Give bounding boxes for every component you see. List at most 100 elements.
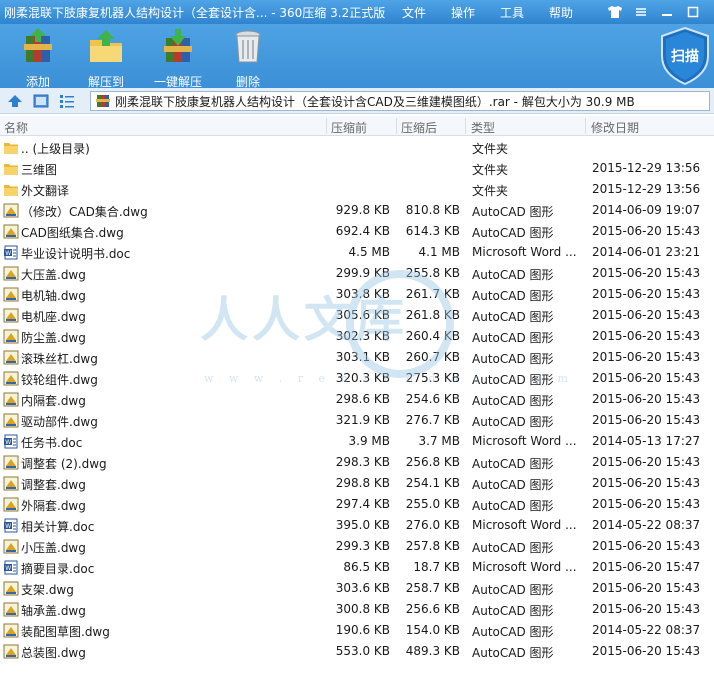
- file-name: 三维图: [21, 163, 58, 177]
- table-row[interactable]: 大压盖.dwg 299.9 KB 255.8 KB AutoCAD 图形 2015-06…: [0, 263, 714, 284]
- file-modified-date: 2015-06-20 15:43: [592, 581, 701, 595]
- svg-text:W: W: [5, 439, 11, 446]
- file-size-after: 3.7 MB: [418, 434, 460, 448]
- table-row[interactable]: 小压盖.dwg 299.3 KB 257.8 KB AutoCAD 图形 2015-06…: [0, 536, 714, 557]
- table-row[interactable]: W 相关计算.doc 395.0 KB 276.0 KB Microsoft Word …: [0, 515, 714, 536]
- file-modified-date: 2015-12-29 13:56: [592, 182, 701, 196]
- menu-bar: 文件 操作 工具 帮助: [402, 4, 598, 21]
- doc-icon: W: [3, 434, 19, 449]
- one-click-extract-button[interactable]: 一键解压: [146, 26, 210, 89]
- file-modified-date: 2015-06-20 15:43: [592, 455, 701, 469]
- table-row[interactable]: W 摘要目录.doc 86.5 KB 18.7 KB Microsoft Word ..…: [0, 557, 714, 578]
- file-size-after: 154.0 KB: [405, 623, 460, 637]
- file-name: CAD图纸集合.dwg: [21, 226, 124, 240]
- table-row[interactable]: .. (上级目录) 文件夹: [0, 137, 714, 158]
- extract-to-button[interactable]: 解压到: [74, 26, 138, 89]
- window-title: 刚柔混联下肢康复机器人结构设计（全套设计含... - 360压缩 3.2正式版: [4, 6, 386, 20]
- table-row[interactable]: （修改）CAD集合.dwg 929.8 KB 810.8 KB AutoCAD 图形 2…: [0, 200, 714, 221]
- file-size-after: 276.0 KB: [405, 518, 460, 532]
- menu-help[interactable]: 帮助: [549, 4, 573, 21]
- folder-icon: [3, 161, 19, 176]
- header-modified[interactable]: 修改日期: [591, 119, 639, 136]
- file-size-before: 190.6 KB: [335, 623, 390, 637]
- table-row[interactable]: 支架.dwg 303.6 KB 258.7 KB AutoCAD 图形 2015-06-…: [0, 578, 714, 599]
- file-type: AutoCAD 图形: [472, 415, 554, 429]
- table-row[interactable]: 滚珠丝杠.dwg 303.1 KB 260.7 KB AutoCAD 图形 2015-0…: [0, 347, 714, 368]
- table-row[interactable]: 调整套.dwg 298.8 KB 254.1 KB AutoCAD 图形 2015-06…: [0, 473, 714, 494]
- table-row[interactable]: 外隔套.dwg 297.4 KB 255.0 KB AutoCAD 图形 2015-06…: [0, 494, 714, 515]
- file-size-after: 275.3 KB: [405, 371, 460, 385]
- table-row[interactable]: 铰轮组件.dwg 320.3 KB 275.3 KB AutoCAD 图形 2015-0…: [0, 368, 714, 389]
- file-size-after: 255.0 KB: [405, 497, 460, 511]
- table-row[interactable]: 内隔套.dwg 298.6 KB 254.6 KB AutoCAD 图形 2015-06…: [0, 389, 714, 410]
- file-type: AutoCAD 图形: [472, 310, 554, 324]
- address-path: 刚柔混联下肢康复机器人结构设计（全套设计含CAD及三维建模图纸）.rar - 解…: [115, 94, 635, 109]
- up-arrow-icon[interactable]: [6, 92, 24, 110]
- header-original[interactable]: 压缩后: [401, 119, 437, 136]
- menu-operate[interactable]: 操作: [451, 4, 475, 21]
- menu-dropdown-icon[interactable]: [630, 2, 652, 22]
- file-name: 内隔套.dwg: [21, 394, 86, 408]
- dwg-icon: [3, 476, 19, 491]
- file-type: Microsoft Word ...: [472, 560, 577, 574]
- table-row[interactable]: 外文翻译 文件夹 2015-12-29 13:56: [0, 179, 714, 200]
- maximize-icon[interactable]: [682, 2, 704, 22]
- file-modified-date: 2015-12-29 13:56: [592, 161, 701, 175]
- table-row[interactable]: CAD图纸集合.dwg 692.4 KB 614.3 KB AutoCAD 图形 201…: [0, 221, 714, 242]
- file-type: 文件夹: [472, 163, 509, 177]
- file-type: Microsoft Word ...: [472, 434, 577, 448]
- table-row[interactable]: W 任务书.doc 3.9 MB 3.7 MB Microsoft Word ... 20…: [0, 431, 714, 452]
- dwg-icon: [3, 413, 19, 428]
- table-row[interactable]: 三维图 文件夹 2015-12-29 13:56: [0, 158, 714, 179]
- table-row[interactable]: W 毕业设计说明书.doc 4.5 MB 4.1 MB Microsoft Word .…: [0, 242, 714, 263]
- file-type: 文件夹: [472, 184, 509, 198]
- header-compressed[interactable]: 压缩前: [331, 119, 367, 136]
- file-type: AutoCAD 图形: [472, 457, 554, 471]
- file-modified-date: 2015-06-20 15:43: [592, 287, 701, 301]
- dwg-icon: [3, 392, 19, 407]
- file-modified-date: 2015-06-20 15:43: [592, 329, 701, 343]
- header-divider[interactable]: [326, 118, 327, 134]
- address-field[interactable]: 刚柔混联下肢康复机器人结构设计（全套设计含CAD及三维建模图纸）.rar - 解…: [90, 91, 710, 111]
- folder-icon: [3, 182, 19, 197]
- menu-tools[interactable]: 工具: [500, 4, 524, 21]
- minimize-icon[interactable]: [656, 2, 678, 22]
- table-row[interactable]: 轴承盖.dwg 300.8 KB 256.6 KB AutoCAD 图形 2015-06…: [0, 599, 714, 620]
- scan-button[interactable]: 扫描: [658, 26, 712, 86]
- dwg-icon: [3, 455, 19, 470]
- list-view-icon[interactable]: [58, 92, 76, 110]
- file-size-before: 4.5 MB: [348, 245, 390, 259]
- header-name[interactable]: 名称: [4, 119, 28, 136]
- dwg-icon: [3, 581, 19, 596]
- file-type: Microsoft Word ...: [472, 518, 577, 532]
- file-size-after: 261.8 KB: [405, 308, 460, 322]
- table-row[interactable]: 装配图草图.dwg 190.6 KB 154.0 KB AutoCAD 图形 2014-…: [0, 620, 714, 641]
- dwg-icon: [3, 350, 19, 365]
- add-button[interactable]: 添加: [6, 26, 70, 89]
- header-divider[interactable]: [585, 118, 586, 134]
- table-row[interactable]: 防尘盖.dwg 302.3 KB 260.4 KB AutoCAD 图形 2015-06…: [0, 326, 714, 347]
- file-type: AutoCAD 图形: [472, 205, 554, 219]
- skin-shirt-icon[interactable]: [604, 2, 626, 22]
- thumbnail-view-icon[interactable]: [32, 92, 50, 110]
- table-row[interactable]: 驱动部件.dwg 321.9 KB 276.7 KB AutoCAD 图形 2015-0…: [0, 410, 714, 431]
- file-name: 相关计算.doc: [21, 520, 95, 534]
- close-icon[interactable]: [708, 2, 714, 22]
- file-size-before: 3.9 MB: [348, 434, 390, 448]
- file-type: AutoCAD 图形: [472, 646, 554, 660]
- file-type: AutoCAD 图形: [472, 604, 554, 618]
- file-name: 总装图.dwg: [21, 646, 86, 660]
- table-row[interactable]: 电机座.dwg 305.6 KB 261.8 KB AutoCAD 图形 2015-06…: [0, 305, 714, 326]
- menu-file[interactable]: 文件: [402, 4, 426, 21]
- table-row[interactable]: 总装图.dwg 553.0 KB 489.3 KB AutoCAD 图形 2015-06…: [0, 641, 714, 662]
- table-row[interactable]: 电机轴.dwg 303.8 KB 261.7 KB AutoCAD 图形 2015-06…: [0, 284, 714, 305]
- header-type[interactable]: 类型: [471, 119, 495, 136]
- table-row[interactable]: 调整套 (2).dwg 298.3 KB 256.8 KB AutoCAD 图形 201…: [0, 452, 714, 473]
- file-size-before: 320.3 KB: [335, 371, 390, 385]
- file-name: 铰轮组件.dwg: [21, 373, 98, 387]
- header-divider[interactable]: [465, 118, 466, 134]
- delete-button[interactable]: 删除: [216, 26, 280, 89]
- header-divider[interactable]: [396, 118, 397, 134]
- file-size-after: 260.4 KB: [405, 329, 460, 343]
- file-modified-date: 2014-05-13 17:27: [592, 434, 701, 448]
